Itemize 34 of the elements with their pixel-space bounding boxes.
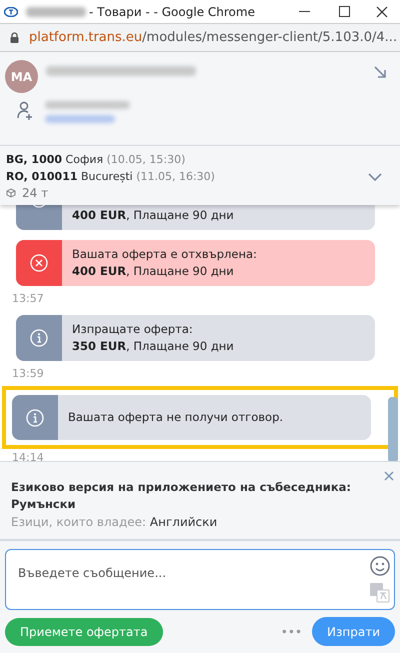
cargo-weight: 24 т — [22, 185, 48, 201]
message-text: Вашата оферта не получи отговор. — [68, 409, 284, 426]
app-logo-icon — [4, 6, 18, 16]
chevron-icon[interactable] — [368, 173, 382, 182]
emoji-icon[interactable] — [370, 556, 390, 576]
send-button[interactable]: Изпрати — [312, 617, 395, 646]
info-icon — [30, 329, 48, 347]
message-text: Вашата оферта е отхвърлена: — [72, 246, 258, 263]
message-input[interactable]: Въведете съобщение... — [5, 549, 395, 610]
message-time: 14:14 — [12, 451, 45, 461]
add-person-icon[interactable] — [17, 101, 33, 121]
notice-title: Езиково версия на приложението на събеседника: Румънски — [11, 479, 352, 513]
info-icon — [26, 408, 44, 426]
scrollbar-thumb[interactable] — [388, 397, 398, 461]
accept-offer-button[interactable]: Приемете офертата — [5, 618, 163, 646]
route-stop: BG, 1000 София (10.05, 15:30) — [6, 152, 186, 168]
message-text: 400 EUR, Плащане 90 дни — [72, 207, 235, 224]
avatar: MA — [5, 60, 38, 93]
message-text: Изпращате оферта: — [72, 321, 194, 338]
redacted-name — [26, 6, 86, 16]
message-time: 13:59 — [12, 367, 45, 380]
notice-languages: Езици, които владее: Английски — [11, 514, 218, 531]
translate-icon[interactable] — [370, 583, 390, 603]
more-button[interactable]: ••• — [280, 622, 302, 640]
close-circle-icon — [30, 254, 48, 272]
route-stop: RO, 010011 București (11.05, 16:30) — [6, 169, 216, 185]
close-icon[interactable] — [376, 6, 388, 18]
lock-icon[interactable] — [10, 32, 19, 43]
message-text: 350 EUR, Плащане 90 дни — [72, 338, 235, 355]
message-text: 400 EUR, Плащане 90 дни — [72, 263, 235, 280]
message-time: 13:57 — [12, 292, 45, 305]
package-icon — [6, 188, 16, 198]
window-title: - Товари - - Google Chrome — [89, 4, 255, 20]
minimize-chat-icon[interactable] — [374, 66, 386, 78]
